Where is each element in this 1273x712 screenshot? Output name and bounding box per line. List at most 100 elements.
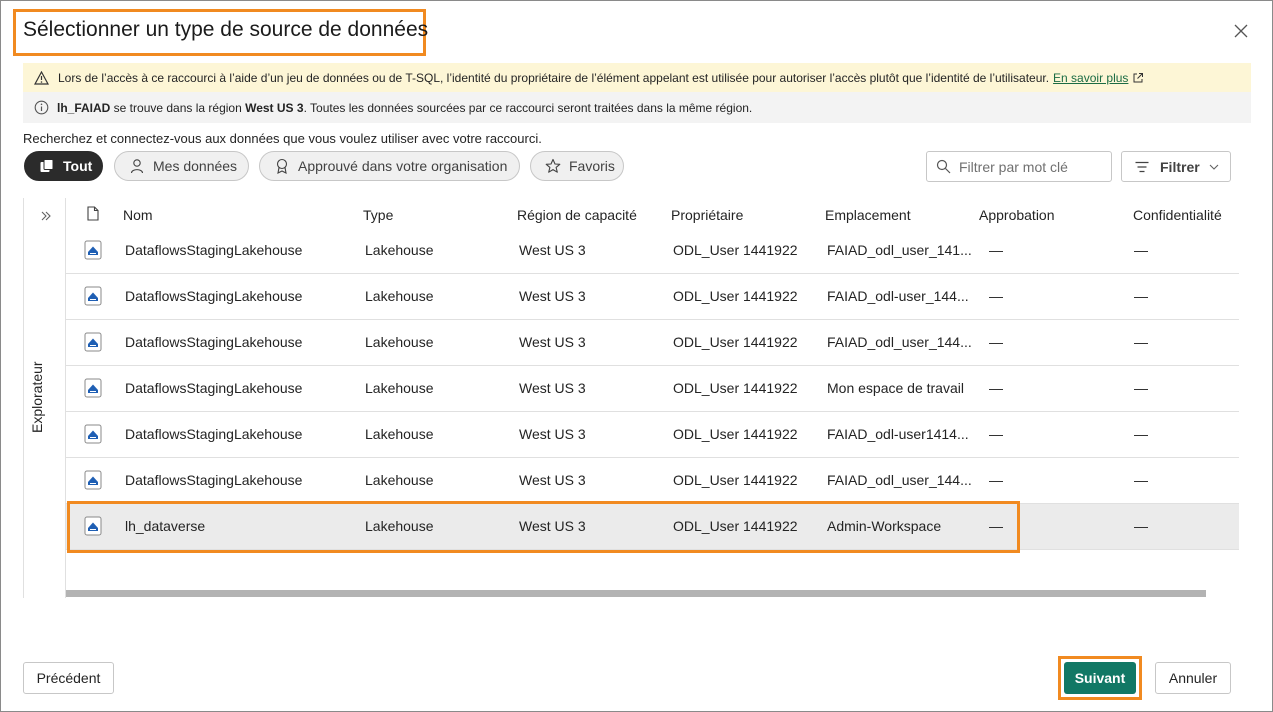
lakehouse-icon <box>84 424 102 444</box>
cell-region: West US 3 <box>519 242 586 258</box>
ribbon-icon <box>274 158 290 174</box>
cell-sensitivity: — <box>1134 334 1148 350</box>
cell-type: Lakehouse <box>365 288 434 304</box>
cell-location: FAIAD_odl_user_141... <box>827 242 972 258</box>
cell-location: FAIAD_odl_user_144... <box>827 334 972 350</box>
cell-sensitivity: — <box>1134 472 1148 488</box>
cell-type: Lakehouse <box>365 334 434 350</box>
pill-mes-donnees[interactable]: Mes données <box>114 151 249 181</box>
info-text-2: . Toutes les données sourcées par ce rac… <box>303 100 753 115</box>
explorer-pane: Explorateur <box>23 198 66 598</box>
cell-endorsement: — <box>989 518 1003 534</box>
stack-icon <box>39 158 55 174</box>
info-icon <box>34 100 49 115</box>
cell-region: West US 3 <box>519 426 586 442</box>
cell-location: FAIAD_odl_user_144... <box>827 472 972 488</box>
person-icon <box>129 158 145 174</box>
cell-region: West US 3 <box>519 518 586 534</box>
cell-name: DataflowsStagingLakehouse <box>125 472 303 488</box>
next-button[interactable]: Suivant <box>1064 662 1136 694</box>
previous-button[interactable]: Précédent <box>23 662 114 694</box>
cell-sensitivity: — <box>1134 426 1148 442</box>
close-button[interactable] <box>1228 20 1254 46</box>
horizontal-scrollbar[interactable] <box>66 590 1206 597</box>
column-header-location[interactable]: Emplacement <box>825 207 911 223</box>
region-name: West US 3 <box>245 100 304 115</box>
cell-owner: ODL_User 1441922 <box>673 242 798 258</box>
cell-endorsement: — <box>989 472 1003 488</box>
cell-type: Lakehouse <box>365 380 434 396</box>
pill-favoris[interactable]: Favoris <box>530 151 624 181</box>
table-header: Nom Type Région de capacité Propriétaire… <box>66 198 1246 231</box>
cell-owner: ODL_User 1441922 <box>673 334 798 350</box>
double-chevron-right-icon[interactable] <box>40 210 52 222</box>
cell-type: Lakehouse <box>365 518 434 534</box>
column-header-sensitivity[interactable]: Confidentialité <box>1133 207 1222 223</box>
learn-more-link[interactable]: En savoir plus <box>1053 71 1128 85</box>
table-row[interactable]: DataflowsStagingLakehouse Lakehouse West U… <box>66 274 1239 320</box>
cell-sensitivity: — <box>1134 380 1148 396</box>
pill-approuve[interactable]: Approuvé dans votre organisation <box>259 151 520 181</box>
lakehouse-icon <box>84 470 102 490</box>
dialog-title: Sélectionner un type de source de donnée… <box>23 18 429 41</box>
lakehouse-icon <box>84 240 102 260</box>
filter-lines-icon <box>1135 161 1149 173</box>
pill-label: Favoris <box>569 158 615 174</box>
cell-owner: ODL_User 1441922 <box>673 426 798 442</box>
close-icon <box>1234 24 1248 43</box>
cell-name: DataflowsStagingLakehouse <box>125 380 303 396</box>
chevron-down-icon <box>1209 164 1219 170</box>
lakehouse-icon <box>84 378 102 398</box>
cell-endorsement: — <box>989 242 1003 258</box>
keyword-filter-placeholder: Filtrer par mot clé <box>959 158 1068 175</box>
table-row[interactable]: DataflowsStagingLakehouse Lakehouse West U… <box>66 320 1239 366</box>
filter-button[interactable]: Filtrer <box>1121 151 1231 182</box>
pill-label: Tout <box>63 158 93 174</box>
warning-icon <box>34 70 49 85</box>
column-header-type[interactable]: Type <box>363 207 393 223</box>
lakehouse-icon <box>84 332 102 352</box>
table-row[interactable]: DataflowsStagingLakehouse Lakehouse West U… <box>66 228 1239 274</box>
cell-location: Admin-Workspace <box>827 518 942 534</box>
cell-name: lh_dataverse <box>125 518 206 534</box>
cell-name: DataflowsStagingLakehouse <box>125 426 303 442</box>
lakehouse-icon <box>84 516 102 536</box>
cell-owner: ODL_User 1441922 <box>673 518 798 534</box>
cell-type: Lakehouse <box>365 472 434 488</box>
search-hint: Recherchez et connectez-vous aux données… <box>23 131 542 146</box>
cell-sensitivity: — <box>1134 288 1148 304</box>
cell-location: FAIAD_odl-user1414... <box>827 426 969 442</box>
cell-type: Lakehouse <box>365 242 434 258</box>
pill-tout[interactable]: Tout <box>24 151 103 181</box>
cell-name: DataflowsStagingLakehouse <box>125 334 303 350</box>
cancel-button[interactable]: Annuler <box>1155 662 1231 694</box>
column-header-nom[interactable]: Nom <box>123 207 153 223</box>
column-header-region[interactable]: Région de capacité <box>517 207 637 223</box>
table-row[interactable]: DataflowsStagingLakehouse Lakehouse West U… <box>66 458 1239 504</box>
cell-owner: ODL_User 1441922 <box>673 380 798 396</box>
cell-location: FAIAD_odl-user_144... <box>827 288 969 304</box>
star-icon <box>545 158 561 174</box>
cell-name: DataflowsStagingLakehouse <box>125 288 303 304</box>
cell-endorsement: — <box>989 334 1003 350</box>
cell-owner: ODL_User 1441922 <box>673 472 798 488</box>
table-row[interactable]: lh_dataverse Lakehouse West US 3 ODL_User 1… <box>66 504 1239 550</box>
keyword-filter-input[interactable]: Filtrer par mot clé <box>926 151 1112 182</box>
cell-sensitivity: — <box>1134 242 1148 258</box>
info-text-1: se trouve dans la région <box>110 100 246 115</box>
open-external-icon[interactable] <box>1132 72 1144 84</box>
cell-type: Lakehouse <box>365 426 434 442</box>
table-row[interactable]: DataflowsStagingLakehouse Lakehouse West U… <box>66 366 1239 412</box>
table-row[interactable]: DataflowsStagingLakehouse Lakehouse West U… <box>66 412 1239 458</box>
cell-sensitivity: — <box>1134 518 1148 534</box>
column-header-endorsement[interactable]: Approbation <box>979 207 1055 223</box>
info-banner: lh_FAIAD se trouve dans la région West U… <box>23 92 1251 123</box>
column-header-owner[interactable]: Propriétaire <box>671 207 743 223</box>
warning-banner: Lors de l’accès à ce raccourci à l’aide … <box>23 63 1251 92</box>
cell-region: West US 3 <box>519 472 586 488</box>
pill-label: Mes données <box>153 158 238 174</box>
file-icon <box>87 206 99 221</box>
lakehouse-name: lh_FAIAD <box>57 100 111 115</box>
pill-label: Approuvé dans votre organisation <box>298 158 508 174</box>
cell-endorsement: — <box>989 380 1003 396</box>
